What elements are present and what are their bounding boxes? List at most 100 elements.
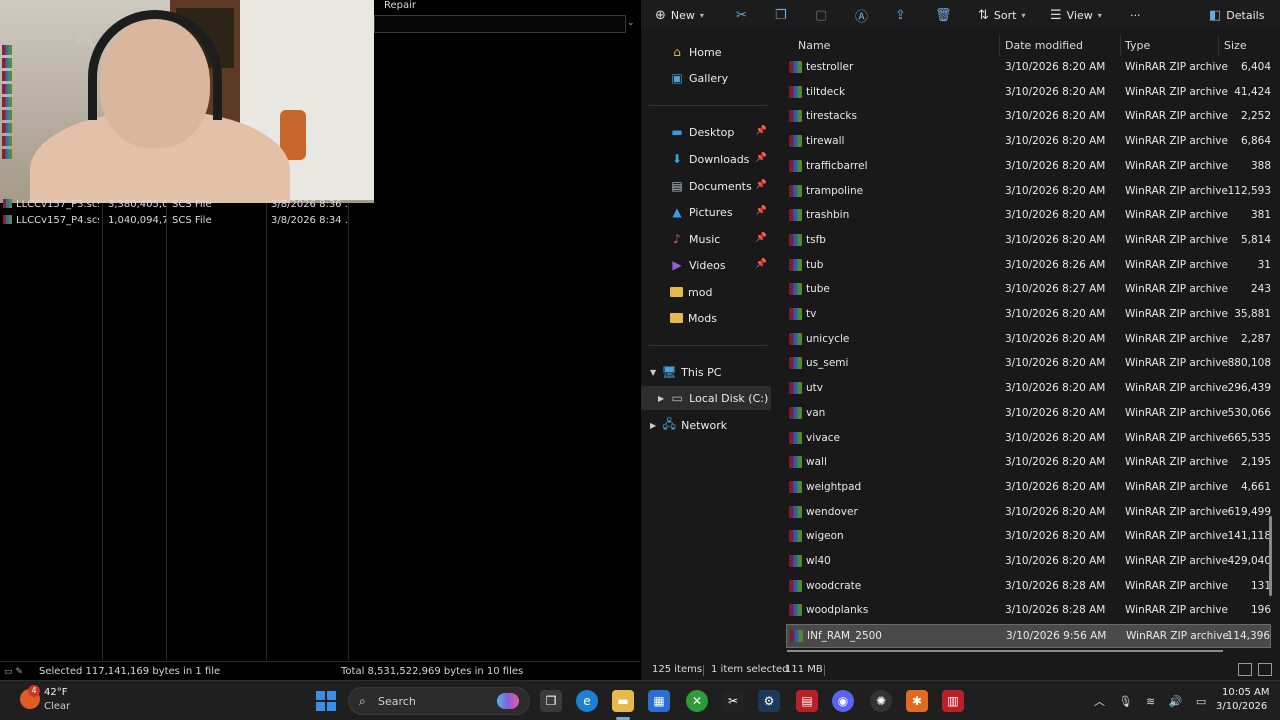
clock-time[interactable]: 10:05 AM xyxy=(1222,687,1269,698)
winrar-icon[interactable]: ▤ xyxy=(796,690,818,712)
file-row[interactable]: tub 3/10/2026 8:26 AM WinRAR ZIP archive 31 xyxy=(786,254,1271,278)
file-row[interactable]: tv 3/10/2026 8:20 AM WinRAR ZIP archive 35,… xyxy=(786,303,1271,327)
file-row[interactable]: trampoline 3/10/2026 8:20 AM WinRAR ZIP ar… xyxy=(786,180,1271,204)
view-button[interactable]: ☰ View ▾ xyxy=(1050,6,1102,24)
column-header-type[interactable]: Type xyxy=(1125,39,1150,52)
file-row[interactable]: van 3/10/2026 8:20 AM WinRAR ZIP archive 53… xyxy=(786,402,1271,426)
store-icon[interactable]: ▦ xyxy=(648,690,670,712)
paste-button[interactable]: ▢ xyxy=(815,6,827,24)
nav-folder-mods[interactable]: Mods xyxy=(641,306,771,330)
pin-icon[interactable]: 📌 xyxy=(756,153,767,163)
file-row[interactable]: vivace 3/10/2026 8:20 AM WinRAR ZIP archiv… xyxy=(786,427,1271,451)
volume-icon[interactable]: 🔊 xyxy=(1169,695,1183,708)
nav-downloads[interactable]: ⬇ Downloads 📌 xyxy=(641,147,771,171)
chatgpt-icon[interactable]: ✺ xyxy=(870,690,892,712)
zip-archive-icon xyxy=(790,630,803,643)
details-view-icon[interactable] xyxy=(1238,663,1252,676)
repair-menu[interactable]: Repair xyxy=(384,0,416,11)
nav-local-disk[interactable]: ▶ ▭ Local Disk (C:) xyxy=(641,386,771,410)
nav-documents[interactable]: ▤ Documents 📌 xyxy=(641,174,771,198)
file-row[interactable]: woodcrate 3/10/2026 8:28 AM WinRAR ZIP arc… xyxy=(786,575,1271,599)
windows-start-icon[interactable] xyxy=(316,691,336,711)
file-row[interactable]: unicycle 3/10/2026 8:20 AM WinRAR ZIP arch… xyxy=(786,328,1271,352)
microphone-icon[interactable]: 🎙 xyxy=(1119,695,1133,708)
file-row[interactable]: tube 3/10/2026 8:27 AM WinRAR ZIP archive 2… xyxy=(786,278,1271,302)
chevron-down-icon[interactable]: ▼ xyxy=(650,368,656,377)
file-row[interactable]: wl40 3/10/2026 8:20 AM WinRAR ZIP archive 4… xyxy=(786,550,1271,574)
battery-icon[interactable]: ▭ xyxy=(1196,695,1206,708)
taskbar-search[interactable]: ⌕ Search xyxy=(348,687,530,715)
view-lines-icon: ☰ xyxy=(1050,7,1062,23)
zip-archive-icon xyxy=(789,209,802,222)
wifi-icon[interactable]: ≋ xyxy=(1146,695,1155,708)
file-row[interactable]: trafficbarrel 3/10/2026 8:20 AM WinRAR ZIP… xyxy=(786,155,1271,179)
new-button[interactable]: ⊕ New ▾ xyxy=(655,6,704,24)
file-row[interactable]: woodplanks 3/10/2026 8:28 AM WinRAR ZIP ar… xyxy=(786,599,1271,623)
vertical-scrollbar[interactable] xyxy=(1269,516,1272,596)
file-name: utv xyxy=(806,382,823,395)
chevron-right-icon[interactable]: ▶ xyxy=(658,394,664,403)
copy-button[interactable]: ❐ xyxy=(775,6,787,24)
details-button[interactable]: ◧ Details xyxy=(1209,6,1264,24)
file-row[interactable]: tsfb 3/10/2026 8:20 AM WinRAR ZIP archive 5… xyxy=(786,229,1271,253)
weather-condition[interactable]: Clear xyxy=(44,701,70,712)
edge-browser-icon[interactable]: e xyxy=(576,690,598,712)
archive-address-input[interactable] xyxy=(374,15,626,33)
tiles-view-icon[interactable] xyxy=(1258,663,1272,676)
rename-button[interactable]: Ⓐ xyxy=(855,6,868,25)
file-row[interactable]: tirewall 3/10/2026 8:20 AM WinRAR ZIP arch… xyxy=(786,130,1271,154)
chevron-down-icon[interactable]: ⌄ xyxy=(627,18,635,28)
file-size: 243 xyxy=(1250,283,1271,296)
cut-button[interactable]: ✂ xyxy=(736,6,747,24)
nav-network[interactable]: ▶ 🖧 Network xyxy=(641,413,771,437)
sort-button[interactable]: ⇅ Sort ▾ xyxy=(978,6,1025,24)
column-header-date[interactable]: Date modified xyxy=(1005,39,1083,52)
nav-pictures[interactable]: ▲ Pictures 📌 xyxy=(641,200,771,224)
nav-music[interactable]: ♪ Music 📌 xyxy=(641,227,771,251)
archive-file-row[interactable]: LLCCv157_P4.scs 1,040,094,7... SCS File … xyxy=(0,215,350,230)
file-row[interactable]: INf_RAM_2500 3/10/2026 9:56 AM WinRAR ZIP … xyxy=(786,624,1271,649)
task-view-icon[interactable]: ❐ xyxy=(540,690,562,712)
delete-button[interactable]: 🗑 xyxy=(935,6,952,24)
pin-icon[interactable]: 📌 xyxy=(756,126,767,136)
horizontal-scrollbar[interactable] xyxy=(787,650,1223,652)
file-row[interactable]: wall 3/10/2026 8:20 AM WinRAR ZIP archive 2… xyxy=(786,451,1271,475)
column-header-size[interactable]: Size xyxy=(1224,39,1247,52)
weather-temperature[interactable]: 42°F xyxy=(44,687,67,698)
file-row[interactable]: trashbin 3/10/2026 8:20 AM WinRAR ZIP arch… xyxy=(786,204,1271,228)
app-icon[interactable]: ✱ xyxy=(906,690,928,712)
file-row[interactable]: weightpad 3/10/2026 8:20 AM WinRAR ZIP arc… xyxy=(786,476,1271,500)
clock-date[interactable]: 3/10/2026 xyxy=(1216,701,1267,712)
capcut-icon[interactable]: ✂ xyxy=(722,690,744,712)
pin-icon[interactable]: 📌 xyxy=(756,206,767,216)
nav-gallery[interactable]: ▣ Gallery xyxy=(641,66,771,90)
file-row[interactable]: testroller 3/10/2026 8:20 AM WinRAR ZIP ar… xyxy=(786,56,1271,80)
archive-file-row[interactable]: LLCCv157_P3.scs 3,380,405,0... SCS File … xyxy=(0,199,350,214)
nav-home[interactable]: ⌂ Home xyxy=(641,40,771,64)
nav-folder-mod[interactable]: mod xyxy=(641,280,771,304)
zip-archive-icon xyxy=(789,604,802,617)
xbox-icon[interactable]: ✕ xyxy=(686,690,708,712)
pin-icon[interactable]: 📌 xyxy=(756,259,767,269)
discord-icon[interactable]: ◉ xyxy=(832,690,854,712)
file-row[interactable]: utv 3/10/2026 8:20 AM WinRAR ZIP archive 29… xyxy=(786,377,1271,401)
nav-desktop[interactable]: ▬ Desktop 📌 xyxy=(641,120,771,144)
file-size: 41,424 xyxy=(1234,85,1271,98)
more-options-button[interactable]: ··· xyxy=(1130,6,1141,24)
file-row[interactable]: tirestacks 3/10/2026 8:20 AM WinRAR ZIP ar… xyxy=(786,105,1271,129)
share-button[interactable]: ⇪ xyxy=(895,6,906,24)
file-explorer-icon[interactable]: ▬ xyxy=(612,690,634,712)
steam-icon[interactable]: ⚙ xyxy=(758,690,780,712)
file-row[interactable]: wigeon 3/10/2026 8:20 AM WinRAR ZIP archiv… xyxy=(786,525,1271,549)
file-row[interactable]: wendover 3/10/2026 8:20 AM WinRAR ZIP arch… xyxy=(786,501,1271,525)
nav-videos[interactable]: ▶ Videos 📌 xyxy=(641,253,771,277)
nav-this-pc[interactable]: ▼ 🖥 This PC xyxy=(641,360,771,384)
file-row[interactable]: tiltdeck 3/10/2026 8:20 AM WinRAR ZIP arch… xyxy=(786,81,1271,105)
winrar-window-icon[interactable]: ▥ xyxy=(942,690,964,712)
pin-icon[interactable]: 📌 xyxy=(756,180,767,190)
chevron-right-icon[interactable]: ▶ xyxy=(650,421,656,430)
chevron-up-icon[interactable]: ︿ xyxy=(1094,695,1105,708)
pin-icon[interactable]: 📌 xyxy=(756,233,767,243)
file-row[interactable]: us_semi 3/10/2026 8:20 AM WinRAR ZIP archi… xyxy=(786,352,1271,376)
column-header-name[interactable]: Name xyxy=(798,39,830,52)
